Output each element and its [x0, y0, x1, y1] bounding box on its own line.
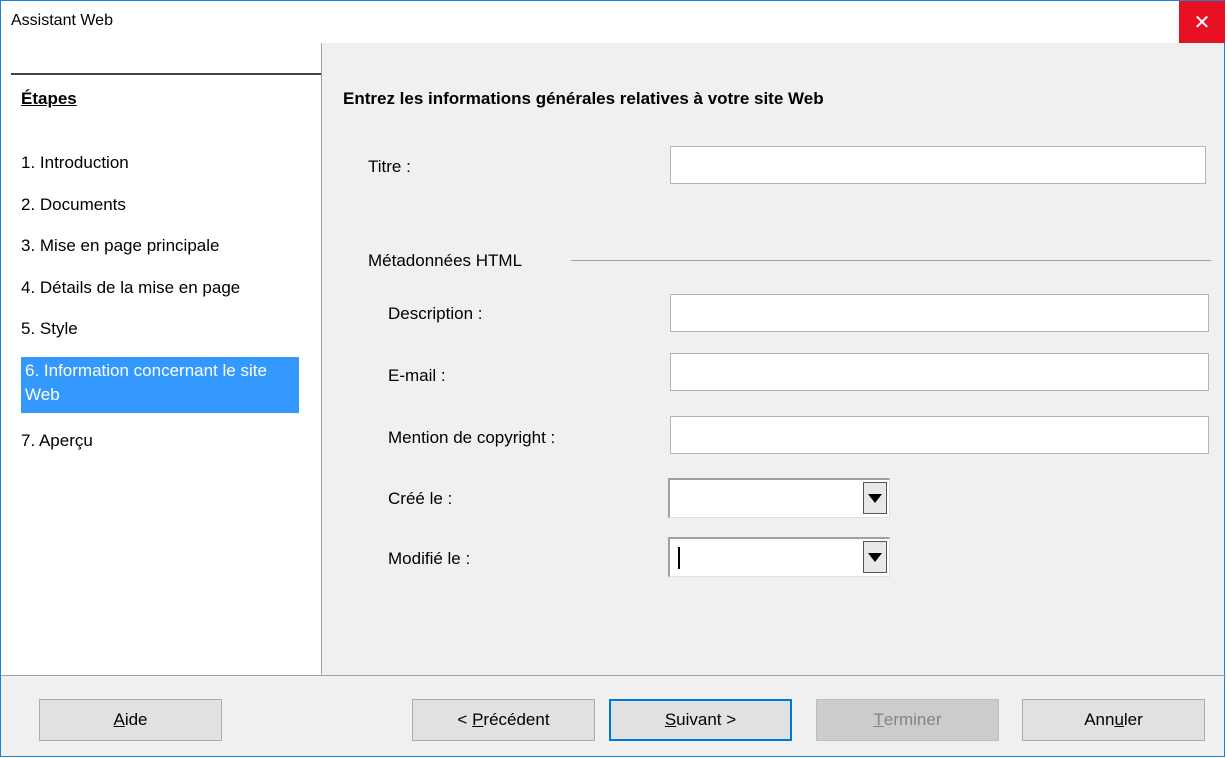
- created-date-combo[interactable]: [668, 478, 890, 518]
- page-heading: Entrez les informations générales relati…: [343, 89, 824, 108]
- modified-dropdown-button[interactable]: [863, 541, 887, 573]
- title-label: Titre :: [368, 157, 411, 176]
- metadata-group-label: Métadonnées HTML: [368, 251, 523, 270]
- created-label: Créé le :: [388, 489, 453, 508]
- description-input[interactable]: [670, 294, 1209, 332]
- close-button[interactable]: ✕: [1179, 1, 1225, 43]
- next-button[interactable]: Suivant >: [609, 699, 792, 741]
- title-bar: Assistant Web ✕: [1, 1, 1226, 43]
- chevron-down-icon: [868, 552, 882, 562]
- text-caret: [678, 547, 680, 569]
- modified-label: Modifié le :: [388, 549, 471, 568]
- email-input[interactable]: [670, 353, 1209, 391]
- help-button[interactable]: Aide: [39, 699, 222, 741]
- sidebar-divider: [11, 73, 321, 75]
- finish-button: Terminer: [816, 699, 999, 741]
- sidebar-separator: [321, 43, 322, 675]
- copyright-label: Mention de copyright :: [388, 428, 556, 447]
- modified-date-combo[interactable]: [668, 537, 890, 577]
- title-input[interactable]: [670, 146, 1206, 184]
- steps-sidebar: Étapes 1. Introduction 2. Documents 3. M…: [1, 43, 321, 675]
- chevron-down-icon: [868, 493, 882, 503]
- window-title: Assistant Web: [11, 12, 113, 29]
- step-site-info[interactable]: 6. Information concernant le site Web: [21, 357, 299, 413]
- step-main-layout[interactable]: 3. Mise en page principale: [21, 234, 301, 258]
- email-label: E-mail :: [388, 366, 446, 385]
- description-label: Description :: [388, 304, 483, 323]
- step-documents[interactable]: 2. Documents: [21, 193, 301, 217]
- wizard-window: Assistant Web ✕ Étapes 1. Introduction 2…: [0, 0, 1226, 757]
- copyright-input[interactable]: [670, 416, 1209, 454]
- step-preview[interactable]: 7. Aperçu: [21, 429, 301, 453]
- close-icon: ✕: [1193, 11, 1211, 34]
- cancel-button[interactable]: Ann u ler: [1022, 699, 1205, 741]
- metadata-group-line: [571, 260, 1211, 261]
- step-style[interactable]: 5. Style: [21, 317, 301, 341]
- steps-heading: Étapes: [21, 89, 77, 108]
- created-dropdown-button[interactable]: [863, 482, 887, 514]
- previous-button[interactable]: < Précédent: [412, 699, 595, 741]
- step-introduction[interactable]: 1. Introduction: [21, 151, 301, 175]
- footer-divider: [1, 675, 1226, 676]
- step-layout-details[interactable]: 4. Détails de la mise en page: [21, 276, 301, 300]
